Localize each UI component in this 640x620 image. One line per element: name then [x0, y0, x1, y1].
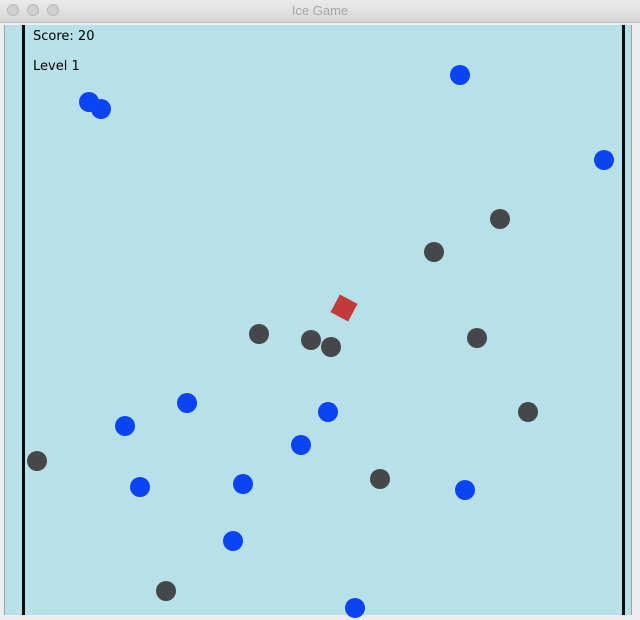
gray-ball — [156, 581, 176, 601]
left-wall — [22, 25, 25, 615]
blue-ball — [594, 150, 614, 170]
gray-ball — [467, 328, 487, 348]
blue-ball — [450, 65, 470, 85]
game-window: Ice Game Score: 20 Level 1 — [0, 0, 640, 620]
title-bar: Ice Game — [0, 0, 640, 23]
gray-ball — [321, 337, 341, 357]
blue-ball — [345, 598, 365, 618]
gray-ball — [27, 451, 47, 471]
blue-ball — [91, 99, 111, 119]
blue-ball — [291, 435, 311, 455]
gray-ball — [518, 402, 538, 422]
blue-ball — [115, 416, 135, 436]
gray-ball — [301, 330, 321, 350]
level-label: Level 1 — [33, 59, 80, 74]
gray-ball — [249, 324, 269, 344]
gray-ball — [490, 209, 510, 229]
blue-ball — [177, 393, 197, 413]
gray-ball — [370, 469, 390, 489]
blue-ball — [455, 480, 475, 500]
window-title: Ice Game — [291, 3, 349, 18]
score-label: Score: 20 — [33, 29, 95, 44]
blue-ball — [130, 477, 150, 497]
blue-ball — [223, 531, 243, 551]
player-square[interactable] — [330, 294, 358, 322]
game-field[interactable]: Score: 20 Level 1 — [4, 25, 632, 618]
gray-ball — [424, 242, 444, 262]
blue-ball — [233, 474, 253, 494]
window-content: Score: 20 Level 1 — [0, 23, 640, 620]
blue-ball — [318, 402, 338, 422]
right-wall — [622, 25, 625, 615]
